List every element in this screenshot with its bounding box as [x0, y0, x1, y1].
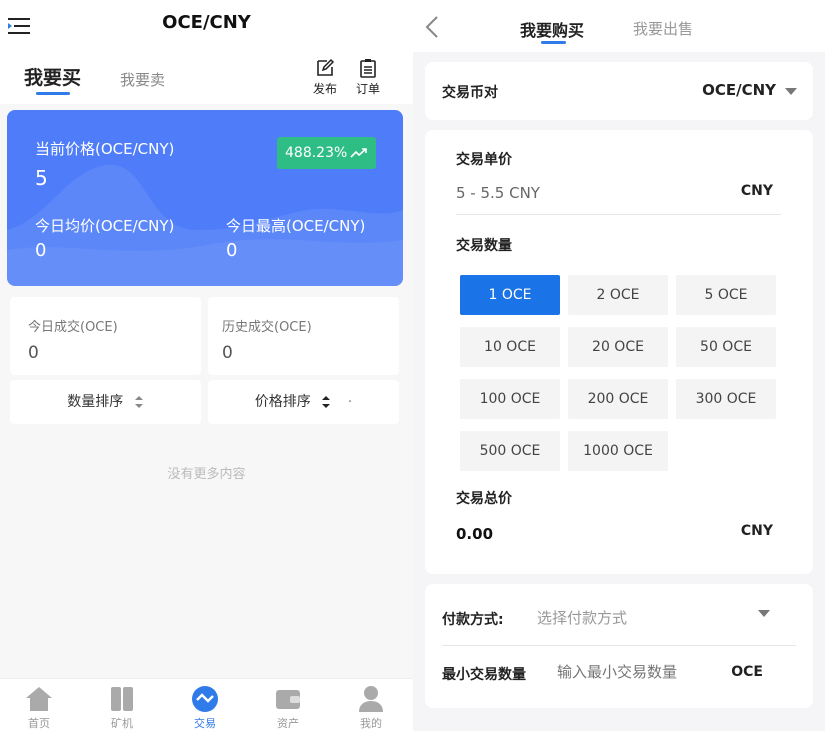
page-title: OCE/CNY [162, 12, 251, 33]
nav-mine[interactable]: 我的 [341, 685, 401, 731]
quantity-option[interactable]: 200 OCE [568, 379, 668, 419]
sort-icon [134, 396, 143, 408]
change-percent: 488.23% [285, 145, 348, 161]
publish-button[interactable]: 发布 [310, 58, 340, 97]
nav-miner-label: 矿机 [111, 717, 133, 730]
high-price-value: 0 [226, 240, 238, 261]
orders-label: 订单 [355, 82, 380, 96]
quantity-option[interactable]: 300 OCE [676, 379, 776, 419]
divider [456, 214, 781, 215]
order-form-card: 交易单价 5 - 5.5 CNY CNY 交易数量 1 OCE 2 OCE 5 OC… [425, 130, 813, 574]
pair-label: 交易币对 [442, 85, 498, 101]
nav-trade-label: 交易 [194, 717, 216, 730]
home-icon [26, 687, 52, 711]
quantity-label: 交易数量 [456, 238, 512, 254]
today-volume-value: 0 [28, 343, 39, 363]
quantity-option[interactable]: 5 OCE [676, 275, 776, 315]
sort-price-label: 价格排序 [254, 394, 311, 410]
market-panel: OCE/CNY 我要买 我要卖 发布 订单 当前价格(OCE/CNY) 5 48… [0, 0, 413, 731]
top-bar: OCE/CNY [0, 0, 413, 52]
min-qty-input[interactable] [557, 660, 717, 684]
current-price-value: 5 [35, 166, 48, 190]
price-summary-card: 当前价格(OCE/CNY) 5 488.23% 今日均价(OCE/CNY) 0 … [7, 110, 403, 286]
quantity-option[interactable]: 100 OCE [460, 379, 560, 419]
trend-up-icon [350, 148, 367, 158]
buy-form-panel: 我要购买 我要出售 交易币对 OCE/CNY 交易单价 5 - 5.5 CNY … [413, 0, 825, 731]
publish-label: 发布 [312, 82, 337, 96]
miner-icon [111, 687, 133, 711]
wallet-icon [276, 690, 300, 709]
quantity-option[interactable]: 500 OCE [460, 431, 560, 471]
min-qty-unit: OCE [731, 664, 763, 680]
quantity-option[interactable]: 20 OCE [568, 327, 668, 367]
history-volume-card: 历史成交(OCE) 0 [208, 297, 399, 375]
change-badge: 488.23% [277, 137, 376, 169]
caret-down-icon [785, 88, 797, 95]
active-tab-indicator [541, 41, 566, 44]
total-price-value: 0.00 [456, 525, 494, 543]
unit-price-label: 交易单价 [456, 152, 512, 168]
today-volume-card: 今日成交(OCE) 0 [10, 297, 201, 375]
sort-icon [322, 396, 331, 408]
empty-list-text: 没有更多内容 [167, 467, 246, 482]
today-volume-label: 今日成交(OCE) [28, 320, 118, 335]
quantity-option[interactable]: 1000 OCE [568, 431, 668, 471]
total-price-label: 交易总价 [456, 491, 512, 507]
current-price-label: 当前价格(OCE/CNY) [35, 140, 175, 158]
tab-want-buy[interactable]: 我要购买 [520, 17, 584, 41]
trade-icon [192, 686, 218, 712]
total-price-unit: CNY [740, 523, 773, 539]
buy-sell-tabs: 我要买 我要卖 发布 订单 [0, 52, 413, 104]
nav-home[interactable]: 首页 [9, 685, 69, 731]
bottom-nav: 首页 矿机 交易 资产 我的 [0, 678, 413, 731]
nav-assets[interactable]: 资产 [258, 685, 318, 731]
pair-selector[interactable]: 交易币对 OCE/CNY [425, 62, 813, 120]
pair-value: OCE/CNY [702, 81, 776, 99]
quantity-option[interactable]: 10 OCE [460, 327, 560, 367]
divider [442, 645, 796, 646]
tab-want-sell[interactable]: 我要出售 [633, 18, 693, 39]
quantity-option[interactable]: 50 OCE [676, 327, 776, 367]
back-arrow-icon[interactable] [425, 16, 439, 38]
nav-mine-label: 我的 [360, 717, 382, 730]
payment-card: 付款方式: 选择付款方式 最小交易数量 OCE [425, 584, 813, 708]
nav-home-label: 首页 [28, 717, 50, 730]
clipboard-icon [360, 59, 376, 78]
user-icon [359, 686, 383, 712]
high-price-label: 今日最高(OCE/CNY) [226, 217, 366, 235]
nav-miner[interactable]: 矿机 [92, 685, 152, 731]
unit-price-unit: CNY [740, 183, 773, 199]
sort-by-price[interactable]: 价格排序 · [208, 380, 399, 424]
sort-by-quantity[interactable]: 数量排序 [10, 380, 201, 424]
quantity-option[interactable]: 1 OCE [460, 275, 560, 315]
payment-method-select[interactable]: 选择付款方式 [537, 607, 627, 628]
tab-buy[interactable]: 我要买 [24, 63, 81, 90]
orders-button[interactable]: 订单 [353, 58, 383, 97]
form-top-bar: 我要购买 我要出售 [413, 0, 825, 52]
unit-price-value: 5 - 5.5 CNY [456, 184, 540, 202]
active-tab-indicator [36, 92, 70, 95]
avg-price-value: 0 [35, 240, 47, 261]
history-volume-label: 历史成交(OCE) [222, 320, 312, 335]
edit-icon [317, 58, 335, 76]
caret-down-icon [758, 610, 770, 617]
min-qty-label: 最小交易数量 [442, 667, 526, 683]
nav-trade[interactable]: 交易 [175, 685, 235, 731]
quantity-option[interactable]: 2 OCE [568, 275, 668, 315]
sort-quantity-label: 数量排序 [67, 394, 124, 410]
avg-price-label: 今日均价(OCE/CNY) [35, 217, 175, 235]
tab-sell[interactable]: 我要卖 [120, 69, 165, 90]
nav-assets-label: 资产 [277, 717, 299, 730]
payment-method-label: 付款方式: [442, 612, 504, 628]
history-volume-value: 0 [222, 343, 233, 363]
